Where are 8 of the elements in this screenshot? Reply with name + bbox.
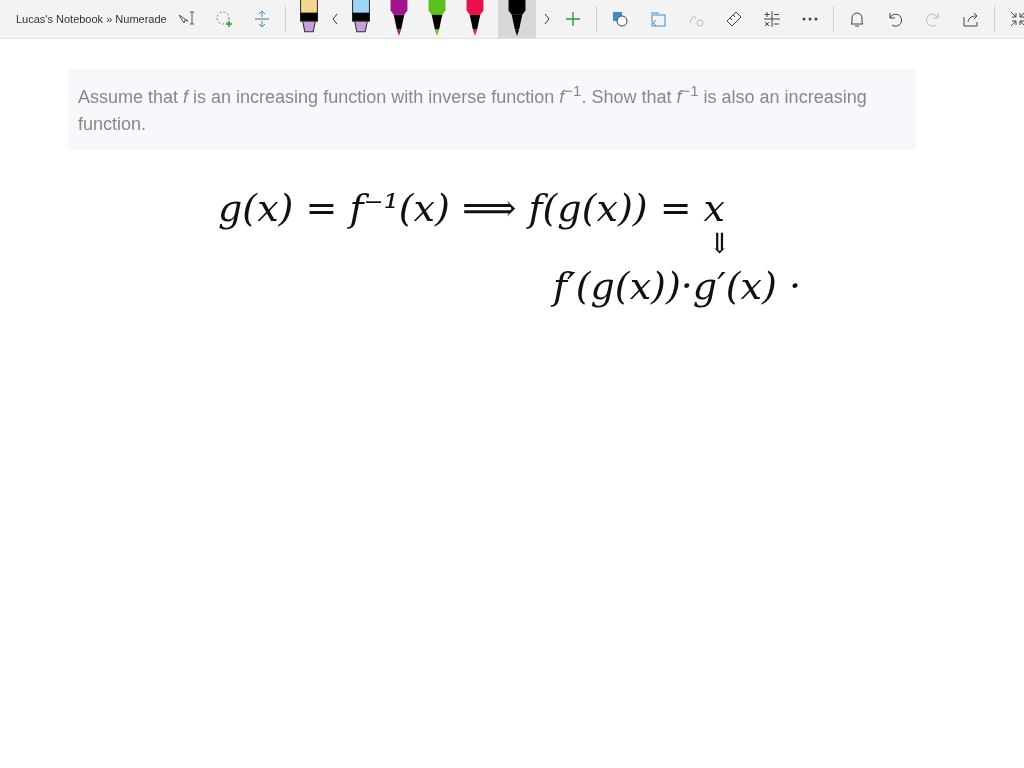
handwritten-arrow: ⇓ [708,230,733,258]
scroll-right-icon[interactable] [542,13,551,25]
pen-tool[interactable] [497,0,536,38]
window-title: Lucas's Notebook » Numerade [16,13,167,25]
handwritten-equation: g(x) = f⁻¹(x) ⟹ f(g(x)) = x [218,186,727,230]
math-icon[interactable] [761,9,782,29]
scroll-left-icon[interactable] [330,13,339,25]
question-text: Assume that f is an increasing function with inverse function f$^{−1}$. Show that f$^{−1}$ is also an increasing function. [68,69,916,150]
